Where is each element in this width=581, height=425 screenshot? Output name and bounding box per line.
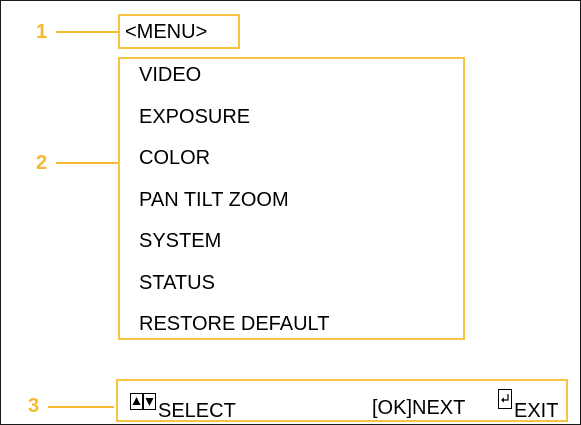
callout-line-3 xyxy=(48,406,114,408)
menu-title: <MENU> xyxy=(125,21,208,43)
callout-number-1: 1 xyxy=(36,21,48,43)
callout-line-1 xyxy=(56,31,118,33)
select-hint: SELECT xyxy=(158,400,236,422)
callout-number-3: 3 xyxy=(28,395,40,417)
menu-item-status[interactable]: STATUS xyxy=(139,273,215,293)
menu-item-system[interactable]: SYSTEM xyxy=(139,231,221,251)
callout-line-2 xyxy=(56,162,120,164)
menu-item-exposure[interactable]: EXPOSURE xyxy=(139,107,250,127)
next-hint: [OK]NEXT xyxy=(372,397,466,419)
up-down-arrows-icon xyxy=(130,393,156,410)
menu-item-restore-default[interactable]: RESTORE DEFAULT xyxy=(139,314,329,334)
menu-item-video[interactable]: VIDEO xyxy=(139,65,201,85)
return-icon xyxy=(498,389,512,409)
callout-number-2: 2 xyxy=(36,152,48,174)
exit-hint: EXIT xyxy=(514,400,559,422)
menu-item-color[interactable]: COLOR xyxy=(139,148,210,168)
menu-item-pan-tilt-zoom[interactable]: PAN TILT ZOOM xyxy=(139,190,289,210)
